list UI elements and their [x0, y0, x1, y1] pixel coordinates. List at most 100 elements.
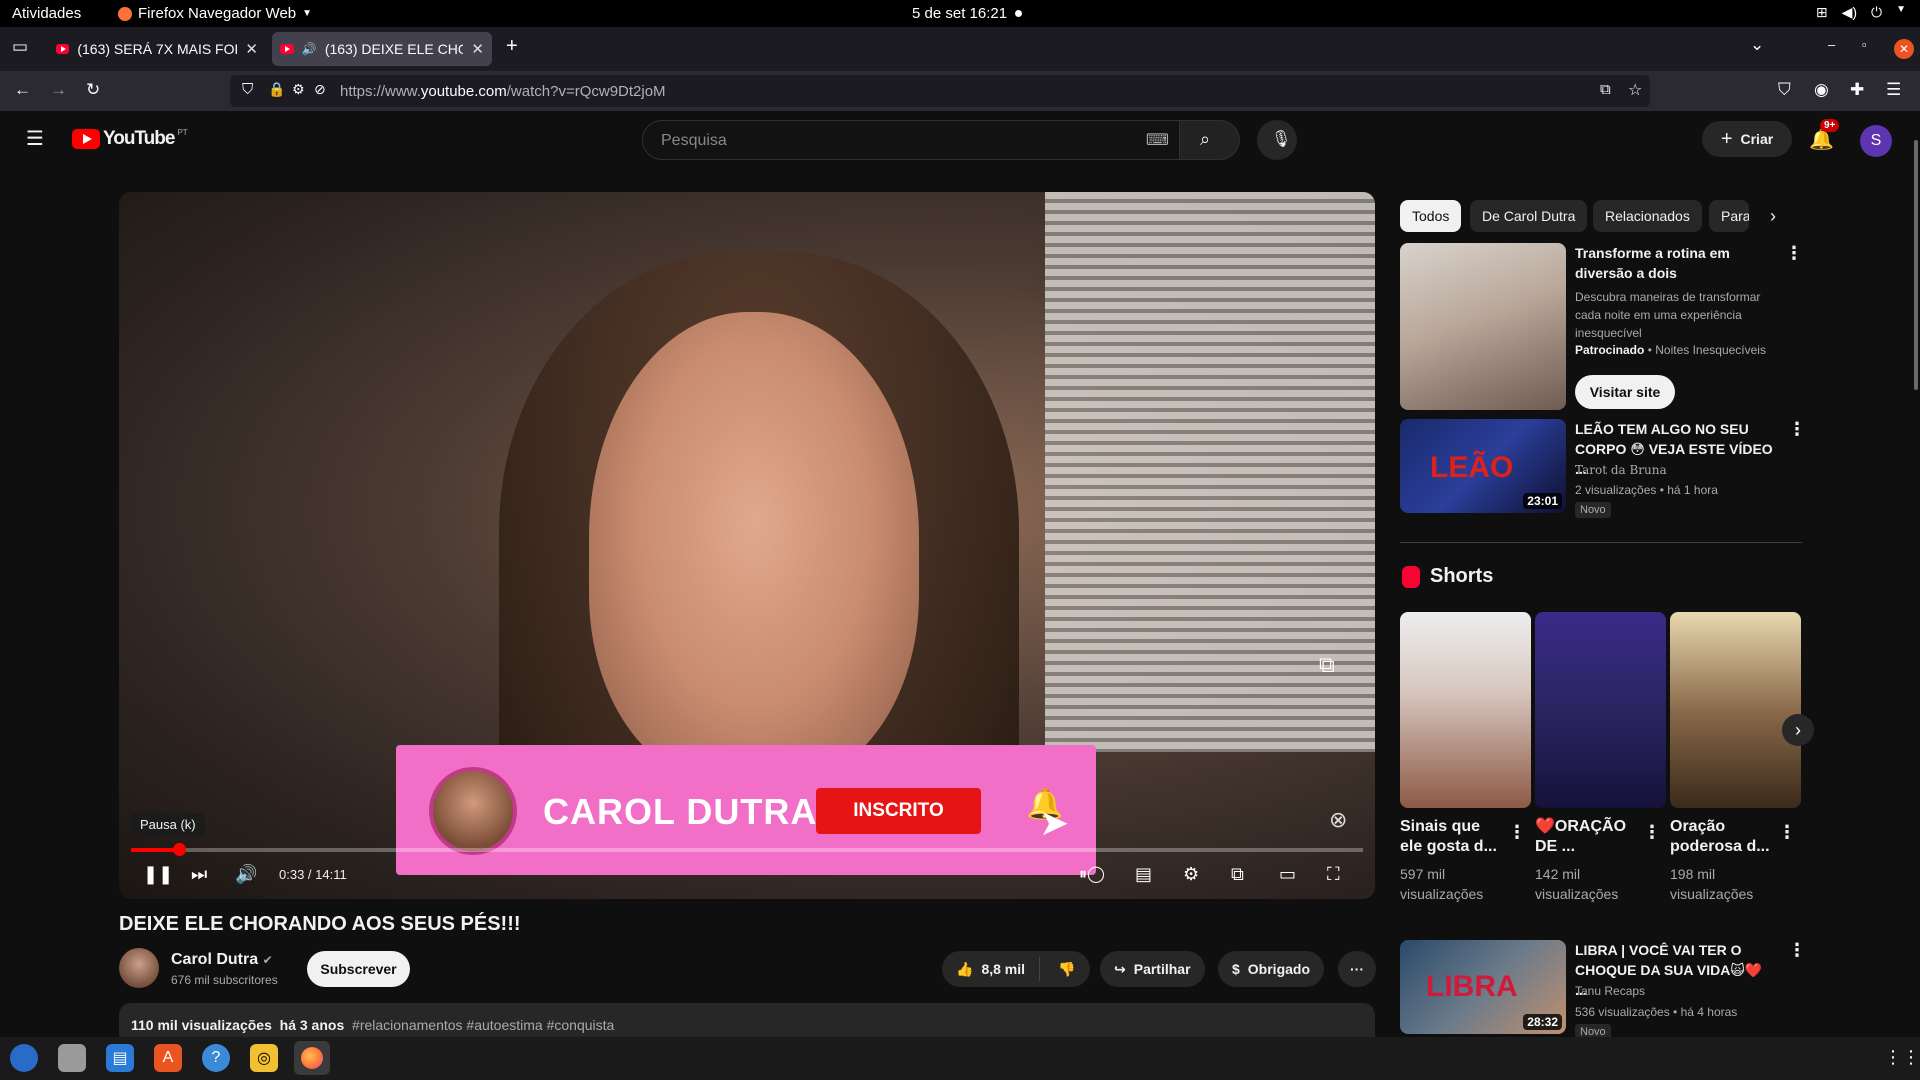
tab-1[interactable]: (163) SERÁ 7X MAIS FOR ✕: [48, 32, 266, 66]
scrubber-handle[interactable]: [173, 843, 187, 856]
visit-site-button[interactable]: Visitar site: [1575, 375, 1675, 409]
dislike-button[interactable]: 👎: [1048, 961, 1085, 978]
channel-name[interactable]: Tarot da Bruna: [1575, 461, 1667, 479]
search-button[interactable]: ⌕: [1180, 120, 1240, 160]
subtitles-icon[interactable]: ▤: [1135, 864, 1152, 885]
short-thumbnail[interactable]: [1670, 612, 1801, 808]
channel-lower-third: CAROL DUTRA INSCRITO 🔔: [396, 745, 1096, 875]
chip-from-channel[interactable]: De Carol Dutra: [1470, 200, 1588, 232]
search-box[interactable]: Pesquisa ⌨: [642, 120, 1180, 160]
youtube-logo[interactable]: YouTube PT: [72, 128, 188, 150]
short-more-icon[interactable]: ⋮: [1778, 822, 1796, 843]
fullscreen-icon[interactable]: ⛶: [1327, 864, 1340, 885]
firefox-icon: [118, 6, 132, 21]
short-thumbnail[interactable]: [1535, 612, 1666, 808]
video-player[interactable]: ⧉ CAROL DUTRA INSCRITO 🔔 ➤ ⊗ Pausa (k) ❚…: [119, 192, 1375, 899]
short-title[interactable]: ❤️ORAÇÃO DE ...: [1535, 817, 1635, 857]
short-more-icon[interactable]: ⋮: [1643, 822, 1661, 843]
chip-for-you[interactable]: Para: [1709, 200, 1749, 232]
chip-all[interactable]: Todos: [1400, 200, 1462, 232]
share-button[interactable]: ↪ Partilhar: [1100, 951, 1205, 987]
picture-in-picture-icon[interactable]: ⧉: [1600, 81, 1611, 98]
channel-name[interactable]: Carol Dutra ✔: [171, 951, 273, 969]
pause-icon[interactable]: ❚❚: [143, 864, 173, 885]
channel-avatar[interactable]: [119, 948, 159, 988]
forward-icon[interactable]: →: [50, 80, 67, 100]
speaker-icon[interactable]: 🔊: [302, 42, 317, 56]
shorts-next-icon[interactable]: ›: [1782, 714, 1814, 746]
video-thumbnail[interactable]: LEÃO 23:01: [1400, 419, 1566, 513]
theater-mode-icon[interactable]: ▭: [1279, 864, 1296, 885]
permissions-icon[interactable]: ⚙: [292, 81, 305, 98]
short-thumbnail[interactable]: [1400, 612, 1531, 808]
ad-more-icon[interactable]: ⋮: [1785, 243, 1803, 264]
rhythmbox-icon[interactable]: ◎: [250, 1044, 278, 1072]
youtube-header: ☰ YouTube PT Pesquisa ⌨ ⌕ 🎙 + Criar 🔔 9+…: [0, 111, 1920, 167]
chip-related[interactable]: Relacionados: [1593, 200, 1702, 232]
reload-icon[interactable]: ↻: [86, 80, 100, 100]
video-more-icon[interactable]: ⋮: [1788, 419, 1806, 440]
tab-list-icon[interactable]: ▭: [12, 37, 28, 57]
notifications-button[interactable]: 🔔 9+: [1805, 119, 1840, 155]
miniplayer-icon[interactable]: ⧉: [1231, 864, 1244, 885]
search-input[interactable]: Pesquisa: [661, 132, 727, 150]
keyboard-icon[interactable]: ⌨: [1146, 130, 1169, 150]
new-tab-icon[interactable]: +: [506, 35, 518, 58]
lower-third-avatar: [429, 767, 517, 855]
software-center-icon[interactable]: A: [154, 1044, 182, 1072]
app-menu[interactable]: Firefox Navegador Web ▼: [118, 5, 312, 22]
account-icon[interactable]: ◉: [1814, 80, 1829, 100]
autoplay-toggle-icon[interactable]: ⏸◯: [1079, 864, 1105, 884]
progress-bar[interactable]: [131, 843, 1363, 856]
files-icon[interactable]: [58, 1044, 86, 1072]
more-actions-button[interactable]: ···: [1338, 951, 1376, 987]
volume-icon[interactable]: 🔊: [235, 864, 257, 885]
close-tab-icon[interactable]: ✕: [245, 40, 258, 58]
app-grid-icon[interactable]: ⋮⋮⋮: [1884, 1047, 1920, 1068]
firefox-icon[interactable]: [294, 1041, 330, 1075]
url-bar[interactable]: ⛉ 🔒 ⚙ ⊘ https://www.youtube.com/watch?v=…: [230, 75, 1650, 107]
minimize-icon[interactable]: –: [1828, 37, 1835, 52]
thunderbird-icon[interactable]: [10, 1044, 38, 1072]
pocket-icon[interactable]: ⛉: [1778, 80, 1791, 100]
thanks-button[interactable]: $ Obrigado: [1218, 951, 1325, 987]
close-tab-icon[interactable]: ✕: [471, 40, 484, 58]
help-icon[interactable]: ?: [202, 1044, 230, 1072]
like-button[interactable]: 👍 8,8 mil: [942, 957, 1041, 981]
menu-icon[interactable]: ☰: [1886, 80, 1901, 100]
url-text[interactable]: https://www.youtube.com/watch?v=rQcw9Dt2…: [340, 83, 666, 100]
writer-icon[interactable]: ▤: [106, 1044, 134, 1072]
hamburger-menu-icon[interactable]: ☰: [26, 126, 44, 151]
autoplay-blocked-icon[interactable]: ⊘: [314, 81, 326, 98]
short-title[interactable]: Sinais que ele gosta d...: [1400, 817, 1500, 857]
hashtags[interactable]: #relacionamentos #autoestima #conquista: [352, 1017, 614, 1033]
video-more-icon[interactable]: ⋮: [1788, 940, 1806, 961]
maximize-icon[interactable]: ▫: [1862, 37, 1867, 52]
close-window-icon[interactable]: ✕: [1894, 39, 1914, 59]
scrollbar[interactable]: [1914, 140, 1918, 390]
system-tray[interactable]: ⊞ ◀) ⏻ ▼: [1816, 4, 1906, 21]
lock-icon[interactable]: 🔒: [268, 81, 285, 98]
next-icon[interactable]: ⏭: [191, 864, 207, 885]
short-title[interactable]: Oração poderosa d...: [1670, 817, 1770, 857]
video-thumbnail[interactable]: LIBRA 28:32: [1400, 940, 1566, 1034]
user-avatar[interactable]: S: [1860, 125, 1892, 157]
ad-title[interactable]: Transforme a rotina em diversão a dois: [1575, 243, 1775, 283]
clock[interactable]: 5 de set 16:21: [912, 5, 1023, 22]
subscribe-button[interactable]: Subscrever: [307, 951, 410, 987]
settings-gear-icon[interactable]: ⚙: [1183, 864, 1199, 885]
create-button[interactable]: + Criar: [1702, 121, 1792, 157]
shield-icon[interactable]: ⛉: [242, 81, 253, 98]
list-all-tabs-icon[interactable]: ⌄: [1750, 35, 1764, 55]
back-icon[interactable]: ←: [14, 80, 31, 100]
short-more-icon[interactable]: ⋮: [1508, 822, 1526, 843]
voice-search-button[interactable]: 🎙: [1257, 120, 1297, 160]
chips-next-icon[interactable]: ›: [1770, 206, 1776, 227]
ad-thumbnail[interactable]: [1400, 243, 1566, 410]
bookmark-star-icon[interactable]: ☆: [1628, 80, 1642, 100]
channel-name[interactable]: Tanu Recaps: [1575, 982, 1645, 1000]
activities-button[interactable]: Atividades: [12, 5, 81, 22]
tab-2-active[interactable]: 🔊 (163) DEIXE ELE CHOR ✕: [272, 32, 492, 66]
pip-overlay-icon[interactable]: ⧉: [1319, 652, 1335, 678]
extensions-icon[interactable]: ✚: [1850, 80, 1864, 100]
